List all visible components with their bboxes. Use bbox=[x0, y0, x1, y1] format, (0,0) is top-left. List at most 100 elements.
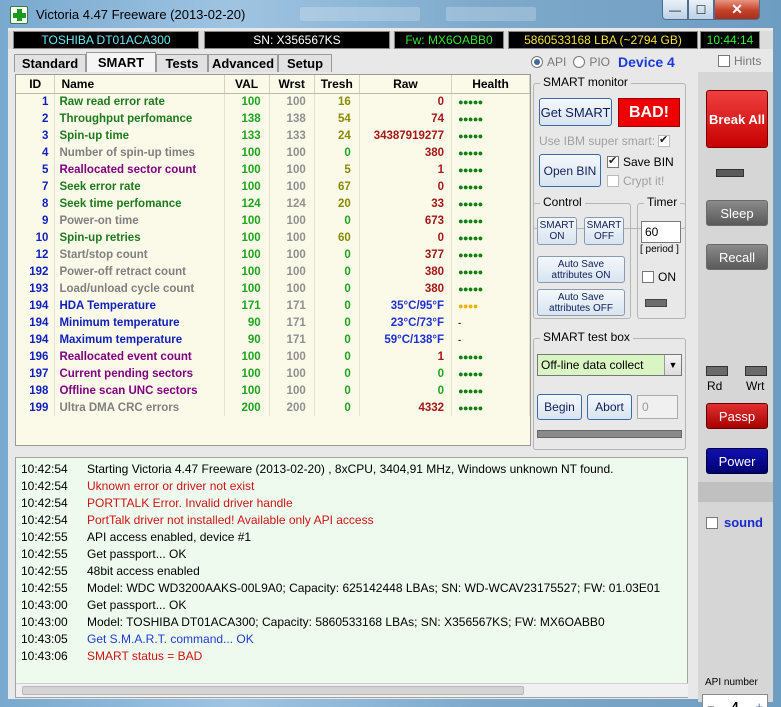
tab-advanced[interactable]: Advanced bbox=[208, 54, 278, 72]
begin-test-button[interactable]: Begin bbox=[537, 394, 582, 420]
log-timestamp: 10:43:06 bbox=[21, 649, 68, 663]
log-timestamp: 10:42:54 bbox=[21, 462, 68, 476]
col-header-tresh[interactable]: Tresh bbox=[314, 75, 360, 94]
api-number-value[interactable]: 4 bbox=[731, 699, 738, 707]
timer-on-checkbox[interactable] bbox=[642, 271, 654, 283]
attr-val: 90 bbox=[224, 314, 270, 331]
table-row[interactable]: 194 Minimum temperature 90 171 0 23°C/73°F - bbox=[16, 314, 530, 331]
increment-button[interactable]: + bbox=[755, 699, 763, 707]
read-indicator bbox=[706, 366, 728, 376]
table-row[interactable]: 7 Seek error rate 100 100 67 0 ●●●●● bbox=[16, 178, 530, 195]
table-row[interactable]: 197 Current pending sectors 100 100 0 0 ●●●●● bbox=[16, 365, 530, 382]
table-row[interactable]: 199 Ultra DMA CRC errors 200 200 0 4332 ●●●●● bbox=[16, 399, 530, 416]
auto-save-off-button[interactable]: Auto Save attributes OFF bbox=[537, 289, 625, 316]
attr-id: 193 bbox=[16, 280, 56, 297]
abort-test-button[interactable]: Abort bbox=[587, 394, 632, 420]
attr-name: Number of spin-up times bbox=[54, 144, 225, 161]
open-bin-button[interactable]: Open BIN bbox=[539, 154, 601, 187]
log-entry: 10:43:06 SMART status = BAD bbox=[16, 648, 687, 665]
power-button[interactable]: Power bbox=[706, 448, 768, 474]
break-all-button[interactable]: Break All bbox=[706, 90, 768, 148]
save-bin-option[interactable]: Save BIN bbox=[607, 154, 674, 169]
scrollbar-thumb[interactable] bbox=[22, 686, 524, 695]
sound-option[interactable]: sound bbox=[706, 515, 763, 530]
ibm-super-smart-option[interactable]: Use IBM super smart: bbox=[539, 133, 671, 148]
table-row[interactable]: 4 Number of spin-up times 100 100 0 380 ●●●●● bbox=[16, 144, 530, 161]
ibm-super-smart-checkbox[interactable] bbox=[658, 133, 671, 147]
timer-period-input[interactable]: 60 bbox=[641, 221, 681, 243]
attr-raw: 74 bbox=[359, 110, 453, 127]
minimize-button[interactable]: — bbox=[662, 0, 688, 20]
col-header-id[interactable]: ID bbox=[16, 75, 56, 94]
crypt-it-checkbox[interactable] bbox=[607, 175, 619, 187]
attr-threshold: 0 bbox=[314, 212, 360, 229]
maximize-button[interactable]: ☐ bbox=[688, 0, 714, 20]
tab-tests[interactable]: Tests bbox=[156, 54, 208, 72]
table-row[interactable]: 5 Reallocated sector count 100 100 5 1 ●●●●● bbox=[16, 161, 530, 178]
tab-smart[interactable]: SMART bbox=[86, 52, 156, 72]
log-entry: 10:42:54 Uknown error or driver not exist bbox=[16, 478, 687, 495]
log-entry: 10:42:55 Model: WDC WD3200AAKS-00L9A0; Ca… bbox=[16, 580, 687, 597]
table-row[interactable]: 194 Maximum temperature 90 171 0 59°C/138°F - bbox=[16, 331, 530, 348]
hints-toggle[interactable]: Hints bbox=[718, 54, 761, 68]
table-row[interactable]: 3 Spin-up time 133 133 24 34387919277 ●●●●● bbox=[16, 127, 530, 144]
auto-save-on-button[interactable]: Auto Save attributes ON bbox=[537, 256, 625, 283]
tab-standard[interactable]: Standard bbox=[14, 54, 86, 72]
table-row[interactable]: 193 Load/unload cycle count 100 100 0 380 ●●●●… bbox=[16, 280, 530, 297]
device-label[interactable]: Device 4 bbox=[618, 54, 675, 70]
decrement-button[interactable]: − bbox=[707, 699, 715, 707]
sound-checkbox[interactable] bbox=[706, 516, 718, 529]
attr-raw: 380 bbox=[359, 144, 453, 161]
col-header-wrst[interactable]: Wrst bbox=[269, 75, 315, 94]
attr-val: 138 bbox=[224, 110, 270, 127]
col-header-health[interactable]: Health bbox=[451, 75, 530, 94]
log-horizontal-scrollbar[interactable] bbox=[16, 683, 688, 697]
attr-id: 194 bbox=[16, 314, 56, 331]
recall-button[interactable]: Recall bbox=[706, 244, 768, 270]
passport-button[interactable]: Passp bbox=[706, 403, 768, 429]
test-type-select[interactable]: Off-line data collect ▼ bbox=[537, 354, 682, 376]
log-timestamp: 10:43:00 bbox=[21, 615, 68, 629]
hints-checkbox[interactable] bbox=[718, 55, 730, 67]
table-row[interactable]: 2 Throughput perfomance 138 138 54 74 ●●●●● bbox=[16, 110, 530, 127]
col-header-name[interactable]: Name bbox=[54, 75, 225, 94]
table-row[interactable]: 10 Spin-up retries 100 100 60 0 ●●●●● bbox=[16, 229, 530, 246]
table-row[interactable]: 196 Reallocated event count 100 100 0 1 ●●●●● bbox=[16, 348, 530, 365]
timer-on-option[interactable]: ON bbox=[642, 270, 676, 284]
chevron-down-icon[interactable]: ▼ bbox=[664, 355, 681, 375]
attr-name: Seek time perfomance bbox=[54, 195, 225, 212]
attr-raw: 1 bbox=[359, 348, 453, 365]
sleep-button[interactable]: Sleep bbox=[706, 200, 768, 226]
col-header-val[interactable]: VAL bbox=[224, 75, 270, 94]
log-timestamp: 10:42:54 bbox=[21, 513, 68, 527]
test-lba-input[interactable]: 0 bbox=[637, 395, 678, 419]
table-row[interactable]: 8 Seek time perfomance 124 124 20 33 ●●●●● bbox=[16, 195, 530, 212]
smart-on-button[interactable]: SMART ON bbox=[537, 217, 577, 245]
attr-name: Minimum temperature bbox=[54, 314, 225, 331]
attr-id: 198 bbox=[16, 382, 56, 399]
crypt-it-option[interactable]: Crypt it! bbox=[607, 174, 664, 188]
save-bin-checkbox[interactable] bbox=[607, 154, 619, 168]
attr-health: ●●●●● bbox=[451, 195, 530, 212]
close-button[interactable]: ✕ bbox=[714, 0, 760, 20]
table-row[interactable]: 12 Start/stop count 100 100 0 377 ●●●●● bbox=[16, 246, 530, 263]
table-row[interactable]: 9 Power-on time 100 100 0 673 ●●●●● bbox=[16, 212, 530, 229]
tab-setup[interactable]: Setup bbox=[278, 54, 332, 72]
col-header-raw[interactable]: Raw bbox=[359, 75, 453, 94]
table-row[interactable]: 192 Power-off retract count 100 100 0 380 ●●●●… bbox=[16, 263, 530, 280]
log-message: Get S.M.A.R.T. command... OK bbox=[87, 632, 254, 646]
table-row[interactable]: 1 Raw read error rate 100 100 16 0 ●●●●● bbox=[16, 93, 530, 110]
table-row[interactable]: 198 Offline scan UNC sectors 100 100 0 0 ●●●●● bbox=[16, 382, 530, 399]
attr-raw: 0 bbox=[359, 382, 453, 399]
pio-radio[interactable] bbox=[573, 56, 586, 68]
attr-threshold: 0 bbox=[314, 246, 360, 263]
log-message: 48bit access enabled bbox=[87, 564, 200, 578]
api-radio[interactable] bbox=[531, 56, 543, 68]
get-smart-button[interactable]: Get SMART bbox=[539, 98, 612, 126]
log-message: PortTalk driver not installed! Available… bbox=[87, 513, 374, 527]
event-log[interactable]: 10:42:54 Starting Victoria 4.47 Freeware … bbox=[15, 457, 688, 698]
table-row[interactable]: 194 HDA Temperature 171 171 0 35°C/95°F ●●●● bbox=[16, 297, 530, 314]
smart-off-button[interactable]: SMART OFF bbox=[584, 217, 624, 245]
api-number-spinner[interactable]: − 4 + bbox=[702, 694, 768, 707]
attr-threshold: 67 bbox=[314, 178, 360, 195]
